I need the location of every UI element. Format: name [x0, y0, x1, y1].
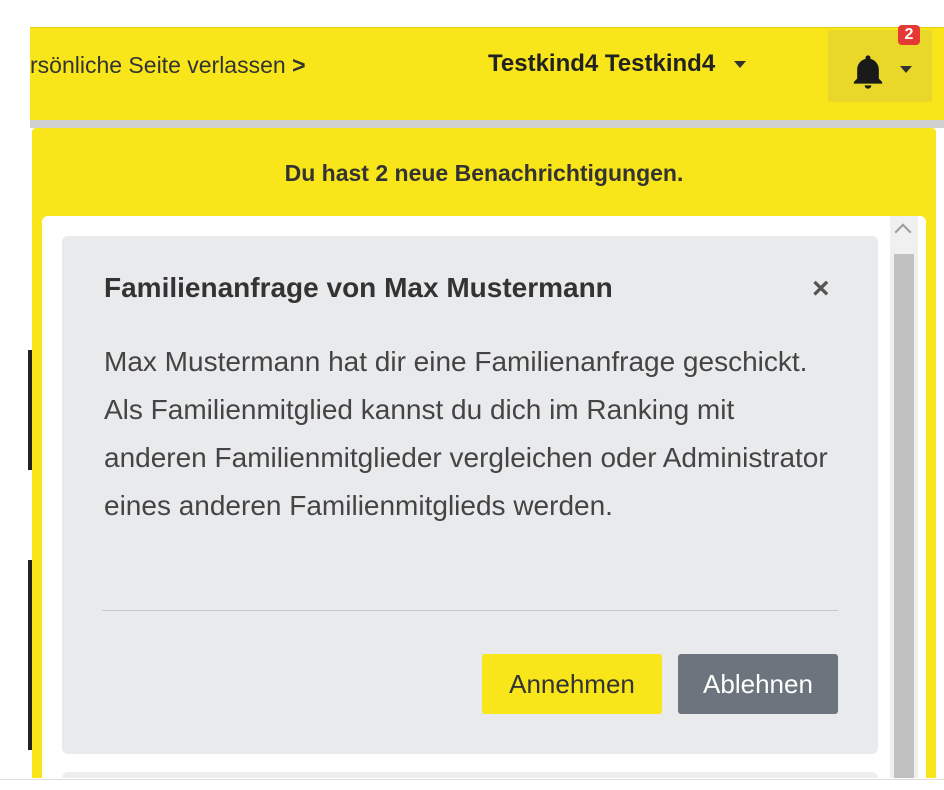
- chevron-up-icon[interactable]: [894, 223, 912, 241]
- bell-icon: [853, 55, 883, 89]
- scrollbar[interactable]: [890, 216, 918, 778]
- chevron-down-icon: [733, 61, 746, 69]
- notifications-list: Familienanfrage von Max Mustermann × Max…: [42, 216, 926, 778]
- screenshot-frame: rsönliche Seite verlassen > Testkind4 Te…: [0, 0, 944, 790]
- accept-button[interactable]: Annehmen: [482, 654, 662, 714]
- notification-card: Familienanfrage von Max Mustermann × Max…: [62, 236, 878, 754]
- leave-link-label: rsönliche Seite verlassen: [30, 52, 286, 78]
- divider: [102, 610, 838, 611]
- top-navbar: rsönliche Seite verlassen > Testkind4 Te…: [30, 25, 944, 120]
- user-name: Testkind4 Testkind4: [488, 50, 716, 77]
- decline-button[interactable]: Ablehnen: [678, 654, 838, 714]
- close-icon[interactable]: ×: [812, 274, 830, 304]
- notification-body: Max Mustermann hat dir eine Familienanfr…: [104, 346, 828, 521]
- scrollbar-thumb[interactable]: [894, 254, 914, 778]
- navbar-shadow: [30, 120, 944, 128]
- leave-personal-page-link[interactable]: rsönliche Seite verlassen >: [30, 52, 306, 79]
- notifications-button[interactable]: 2: [828, 25, 932, 102]
- notification-card: [62, 772, 878, 778]
- user-menu-toggle[interactable]: Testkind4 Testkind4: [488, 50, 746, 78]
- page-edge: [0, 0, 32, 789]
- notification-title: Familienanfrage von Max Mustermann: [104, 272, 613, 303]
- page-bottom-edge: [0, 779, 944, 790]
- chevron-down-icon: [900, 66, 912, 73]
- notifications-dropdown: Du hast 2 neue Benachrichtigungen. Famil…: [32, 128, 936, 778]
- leave-link-arrow: >: [292, 52, 306, 78]
- notifications-header: Du hast 2 neue Benachrichtigungen.: [284, 160, 684, 186]
- notification-count-badge: 2: [898, 25, 920, 45]
